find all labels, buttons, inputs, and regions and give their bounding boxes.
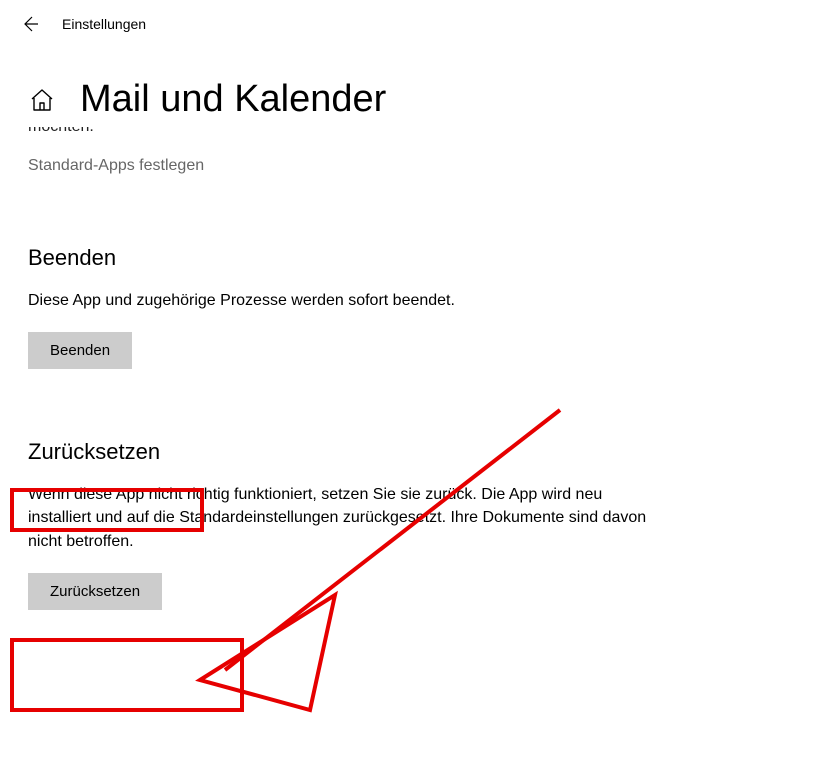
terminate-section: Beenden Diese App und zugehörige Prozess… [28, 245, 790, 369]
reset-button[interactable]: Zurücksetzen [28, 573, 162, 610]
content-area: möchten. Standard-Apps festlegen Beenden… [0, 127, 818, 610]
titlebar: Einstellungen [0, 0, 818, 48]
terminate-description: Diese App und zugehörige Prozesse werden… [28, 289, 668, 312]
back-arrow-icon[interactable] [18, 12, 42, 36]
terminate-button[interactable]: Beenden [28, 332, 132, 369]
window-title: Einstellungen [62, 16, 146, 32]
terminate-heading: Beenden [28, 245, 790, 271]
reset-description: Wenn diese App nicht richtig funktionier… [28, 483, 668, 553]
home-icon[interactable] [28, 86, 56, 114]
truncated-text-fragment: möchten. [28, 127, 790, 135]
reset-section: Zurücksetzen Wenn diese App nicht richti… [28, 439, 790, 610]
default-apps-link[interactable]: Standard-Apps festlegen [28, 157, 204, 175]
page-header: Mail und Kalender [0, 48, 818, 131]
reset-heading: Zurücksetzen [28, 439, 790, 465]
page-title: Mail und Kalender [80, 78, 386, 121]
